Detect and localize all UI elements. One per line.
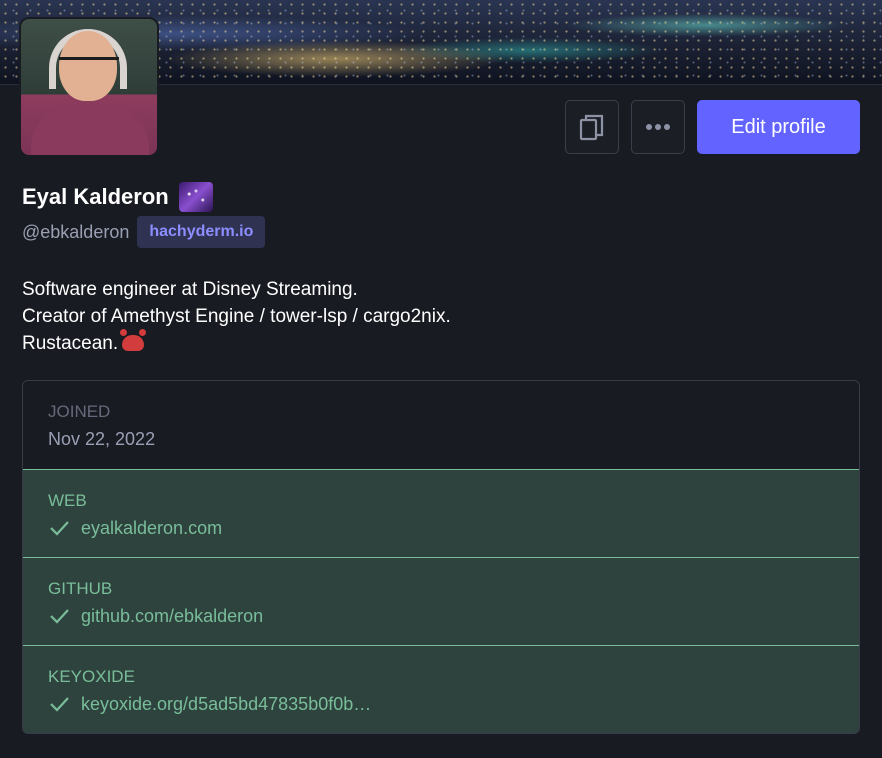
bio: Software engineer at Disney Streaming. C…: [22, 276, 451, 357]
bio-line: Rustacean.: [22, 329, 451, 357]
crab-emoji-icon: [120, 329, 147, 351]
bio-line-text: Rustacean.: [22, 333, 119, 354]
field-value: Nov 22, 2022: [48, 429, 156, 449]
field-link-text: keyoxide.org/d5ad5bd47835b0f0b…: [81, 694, 372, 714]
field-label: KEYOXIDE: [48, 667, 135, 686]
avatar-shirt: [31, 107, 149, 155]
field-web: WEB eyalkalderon.com: [23, 469, 859, 557]
display-name-text: Eyal Kalderon: [22, 184, 169, 209]
copy-link-button[interactable]: [565, 100, 619, 154]
galaxy-emoji-icon: [178, 182, 213, 212]
field-link[interactable]: keyoxide.org/d5ad5bd47835b0f0b…: [48, 693, 834, 715]
field-link-text: eyalkalderon.com: [81, 518, 223, 538]
field-link-text: github.com/ebkalderon: [81, 606, 264, 626]
server-domain-badge[interactable]: hachyderm.io: [137, 216, 266, 248]
avatar[interactable]: [19, 17, 159, 157]
account-handle[interactable]: @ebkalderon: [22, 222, 129, 243]
copy-icon: [579, 114, 604, 141]
field-label: JOINED: [48, 402, 111, 421]
edit-profile-button[interactable]: Edit profile: [697, 100, 860, 154]
handle-row: @ebkalderon hachyderm.io: [22, 216, 266, 248]
field-link[interactable]: github.com/ebkalderon: [48, 605, 834, 627]
check-icon: [50, 521, 69, 536]
field-link[interactable]: eyalkalderon.com: [48, 517, 834, 539]
profile-fields: JOINED Nov 22, 2022 WEB eyalkalderon.com…: [22, 380, 860, 734]
more-options-button[interactable]: [631, 100, 685, 154]
field-label: GITHUB: [48, 579, 113, 598]
check-icon: [50, 609, 69, 624]
ellipsis-icon: [646, 124, 670, 130]
field-keyoxide: KEYOXIDE keyoxide.org/d5ad5bd47835b0f0b…: [23, 645, 859, 733]
avatar-glasses: [59, 57, 119, 74]
bio-line: Software engineer at Disney Streaming.: [22, 279, 358, 300]
field-label: WEB: [48, 491, 87, 510]
display-name: Eyal Kalderon: [22, 182, 213, 212]
bio-line: Creator of Amethyst Engine / tower-lsp /…: [22, 306, 451, 327]
field-joined: JOINED Nov 22, 2022: [23, 381, 859, 469]
check-icon: [50, 697, 69, 712]
field-github: GITHUB github.com/ebkalderon: [23, 557, 859, 645]
